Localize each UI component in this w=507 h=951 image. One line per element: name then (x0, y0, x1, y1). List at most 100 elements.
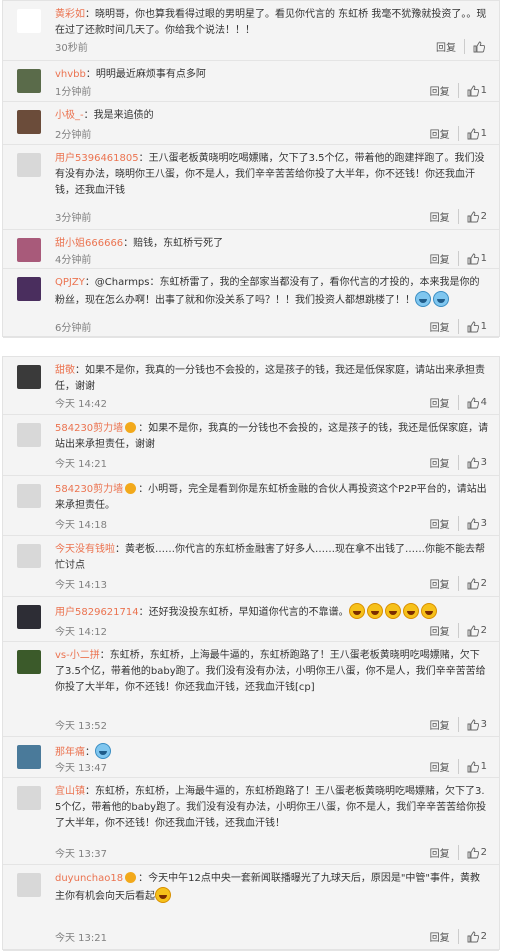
reply-button[interactable]: 回复 (430, 576, 459, 591)
like-count: 2 (480, 578, 487, 589)
like-count: 1 (480, 321, 487, 332)
comment-item: 宜山镇：东虹桥，东虹桥，上海最牛逼的，东虹桥跑路了！王八蛋老板黄晓明吃喝嫖赌，欠… (3, 778, 499, 865)
avatar[interactable] (17, 277, 41, 301)
avatar[interactable] (17, 544, 41, 568)
comment-item: 用户5396461805：王八蛋老板黄晓明吃喝嫖赌，欠下了3.5个亿，带着他的跑… (3, 145, 499, 230)
reply-button[interactable]: 回复 (430, 455, 459, 470)
like-button[interactable]: 2 (467, 625, 487, 637)
like-count: 1 (480, 85, 487, 96)
comment-actions: 回复 (436, 39, 487, 54)
comment-time: 3分钟前 (55, 213, 92, 224)
like-button[interactable]: 3 (467, 719, 487, 731)
comment-actions: 回复 3 (430, 516, 487, 531)
reply-button[interactable]: 回复 (430, 251, 459, 266)
reply-button[interactable]: 回复 (430, 623, 459, 638)
like-button[interactable]: 1 (467, 85, 487, 97)
comment-body: 甜敬：如果不是你，我真的一分钱也不会投的，这是孩子的钱，我还是低保家庭，请站出来… (55, 363, 489, 395)
comment-text: ：如果不是你，我真的一分钱也不会投的，这是孩子的钱，我还是低保家庭，请站出来承担… (55, 365, 485, 392)
thumbs-up-icon (467, 931, 479, 943)
avatar[interactable] (17, 650, 41, 674)
comment-actions: 回复 1 (430, 319, 487, 334)
username-link[interactable]: duyunchao18 (55, 873, 123, 884)
emoji-icon (415, 291, 431, 307)
like-button[interactable]: 2 (467, 211, 487, 223)
avatar[interactable] (17, 745, 41, 769)
comment-time: 2分钟前 (55, 130, 92, 141)
username-link[interactable]: QPJZY (55, 277, 85, 288)
like-button[interactable]: 1 (467, 321, 487, 333)
username-link[interactable]: vhvbb (55, 69, 86, 80)
username-link[interactable]: 黄彩如 (55, 9, 85, 20)
avatar[interactable] (17, 873, 41, 897)
reply-button[interactable]: 回复 (430, 83, 459, 98)
reply-button[interactable]: 回复 (430, 845, 459, 860)
comment-text: ：还好我没投东虹桥，早知道你代言的不靠谱。 (138, 607, 349, 618)
like-button[interactable]: 2 (467, 931, 487, 943)
like-count: 3 (480, 518, 487, 529)
comment-time: 今天 14:21 (55, 459, 107, 470)
comment-body: vs-小二拼：东虹桥，东虹桥，上海最牛逼的，东虹桥跑路了！王八蛋老板黄晓明吃喝嫖… (55, 648, 489, 696)
avatar[interactable] (17, 69, 41, 93)
like-button[interactable]: 1 (467, 128, 487, 140)
avatar[interactable] (17, 605, 41, 629)
reply-button[interactable]: 回复 (430, 717, 459, 732)
like-count: 1 (480, 253, 487, 264)
like-count: 2 (480, 931, 487, 942)
thumbs-up-icon (467, 211, 479, 223)
username-link[interactable]: 宜山镇 (55, 786, 85, 797)
reply-button[interactable]: 回复 (430, 319, 459, 334)
comment-item: vs-小二拼：东虹桥，东虹桥，上海最牛逼的，东虹桥跑路了！王八蛋老板黄晓明吃喝嫖… (3, 642, 499, 737)
like-button[interactable]: 4 (467, 397, 487, 409)
reply-button[interactable]: 回复 (430, 929, 459, 944)
avatar[interactable] (17, 365, 41, 389)
username-link[interactable]: 甜小姐666666 (55, 238, 123, 249)
reply-button[interactable]: 回复 (430, 759, 459, 774)
avatar[interactable] (17, 423, 41, 447)
like-button[interactable]: 3 (467, 457, 487, 469)
avatar[interactable] (17, 110, 41, 134)
reply-button[interactable]: 回复 (430, 126, 459, 141)
reply-button[interactable]: 回复 (430, 516, 459, 531)
username-link[interactable]: 那年痛 (55, 747, 85, 758)
username-link[interactable]: 584230剪力墙 (55, 423, 123, 434)
comment-time: 4分钟前 (55, 255, 92, 266)
thumbs-up-icon (467, 847, 479, 859)
like-button[interactable]: 3 (467, 518, 487, 530)
reply-button[interactable]: 回复 (430, 209, 459, 224)
username-link[interactable]: 584230剪力墙 (55, 484, 123, 495)
like-button[interactable]: 2 (467, 847, 487, 859)
comment-text: ：东虹桥，东虹桥，上海最牛逼的，东虹桥跑路了！王八蛋老板黄晓明吃喝嫖赌，欠下了3… (55, 786, 487, 829)
comment-actions: 回复 2 (430, 209, 487, 224)
username-link[interactable]: 甜敬 (55, 365, 75, 376)
comment-item: 小极_-：我是来追债的 2分钟前 回复 1 (3, 102, 499, 145)
avatar[interactable] (17, 484, 41, 508)
comment-time: 今天 13:37 (55, 849, 107, 860)
reply-button[interactable]: 回复 (436, 39, 465, 54)
username-link[interactable]: 用户5396461805 (55, 153, 139, 164)
reply-button[interactable]: 回复 (430, 395, 459, 410)
avatar[interactable] (17, 238, 41, 262)
like-button[interactable]: 1 (467, 253, 487, 265)
avatar[interactable] (17, 9, 41, 33)
comment-panel-bottom: 甜敬：如果不是你，我真的一分钱也不会投的，这是孩子的钱，我还是低保家庭，请站出来… (2, 356, 500, 951)
username-link[interactable]: 用户5829621714 (55, 607, 139, 618)
thumbs-up-icon (467, 128, 479, 140)
like-button[interactable] (473, 41, 487, 53)
member-badge-icon (125, 422, 137, 433)
emoji-icon (433, 291, 449, 307)
thumbs-up-icon (467, 625, 479, 637)
avatar[interactable] (17, 786, 41, 810)
avatar[interactable] (17, 153, 41, 177)
thumbs-up-icon (473, 41, 485, 53)
like-button[interactable]: 2 (467, 578, 487, 590)
member-badge-icon (125, 872, 137, 883)
username-link[interactable]: 小极_- (55, 110, 84, 121)
like-button[interactable]: 1 (467, 761, 487, 773)
comment-item: QPJZY：@Charmps：东虹桥雷了，我的全部家当都没有了，看你代言的才投的… (3, 269, 499, 338)
comment-time: 今天 13:52 (55, 721, 107, 732)
comment-body: duyunchao18 ：今天中午12点中央一套新闻联播曝光了九球天后，原因是"中… (55, 871, 489, 905)
comment-text: ： (85, 747, 95, 758)
username-link[interactable]: vs-小二拼 (55, 650, 100, 661)
comment-body: 用户5396461805：王八蛋老板黄晓明吃喝嫖赌，欠下了3.5个亿，带着他的跑… (55, 151, 489, 199)
username-link[interactable]: 今天没有钱啦 (55, 544, 115, 555)
